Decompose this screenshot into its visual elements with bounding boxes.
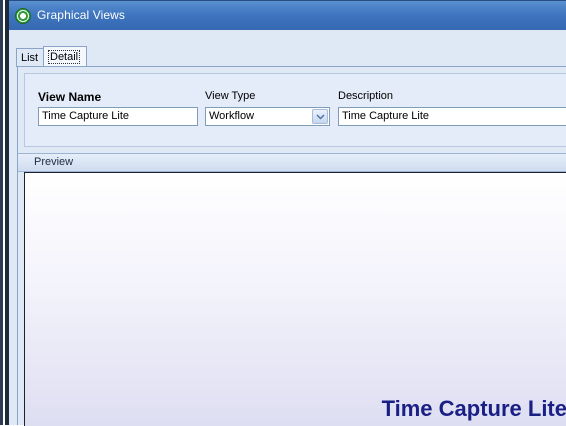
view-type-label: View Type bbox=[205, 90, 256, 102]
preview-header-label: Preview bbox=[34, 156, 74, 168]
view-name-input[interactable]: Time Capture Lite bbox=[38, 107, 198, 126]
graphical-views-icon bbox=[15, 8, 31, 24]
window-title: Graphical Views bbox=[37, 8, 125, 22]
tab-list[interactable]: List bbox=[16, 48, 46, 67]
tab-strip: List Detail bbox=[9, 30, 566, 68]
preview-diagram-title: Time Capture Lite bbox=[381, 396, 566, 421]
title-bar[interactable]: Graphical Views bbox=[9, 0, 566, 30]
graphical-views-window: Graphical Views List Detail View Name Ti… bbox=[0, 0, 566, 426]
preview-header: Preview bbox=[18, 153, 566, 172]
preview-canvas[interactable]: Time Capture Lite bbox=[24, 172, 566, 426]
tab-detail[interactable]: Detail bbox=[43, 46, 87, 68]
view-type-value: Workflow bbox=[209, 110, 255, 122]
description-input[interactable]: Time Capture Lite bbox=[338, 107, 566, 126]
chevron-down-icon[interactable] bbox=[312, 109, 328, 124]
tab-detail-label: Detail bbox=[48, 50, 81, 64]
view-name-label: View Name bbox=[38, 90, 102, 104]
tab-list-label: List bbox=[21, 52, 39, 64]
window-left-border bbox=[0, 0, 9, 425]
description-label: Description bbox=[338, 90, 394, 102]
detail-content: View Name Time Capture Lite View Type Wo… bbox=[17, 66, 566, 426]
fields-panel: View Name Time Capture Lite View Type Wo… bbox=[24, 73, 566, 147]
view-type-select[interactable]: Workflow bbox=[205, 107, 330, 126]
